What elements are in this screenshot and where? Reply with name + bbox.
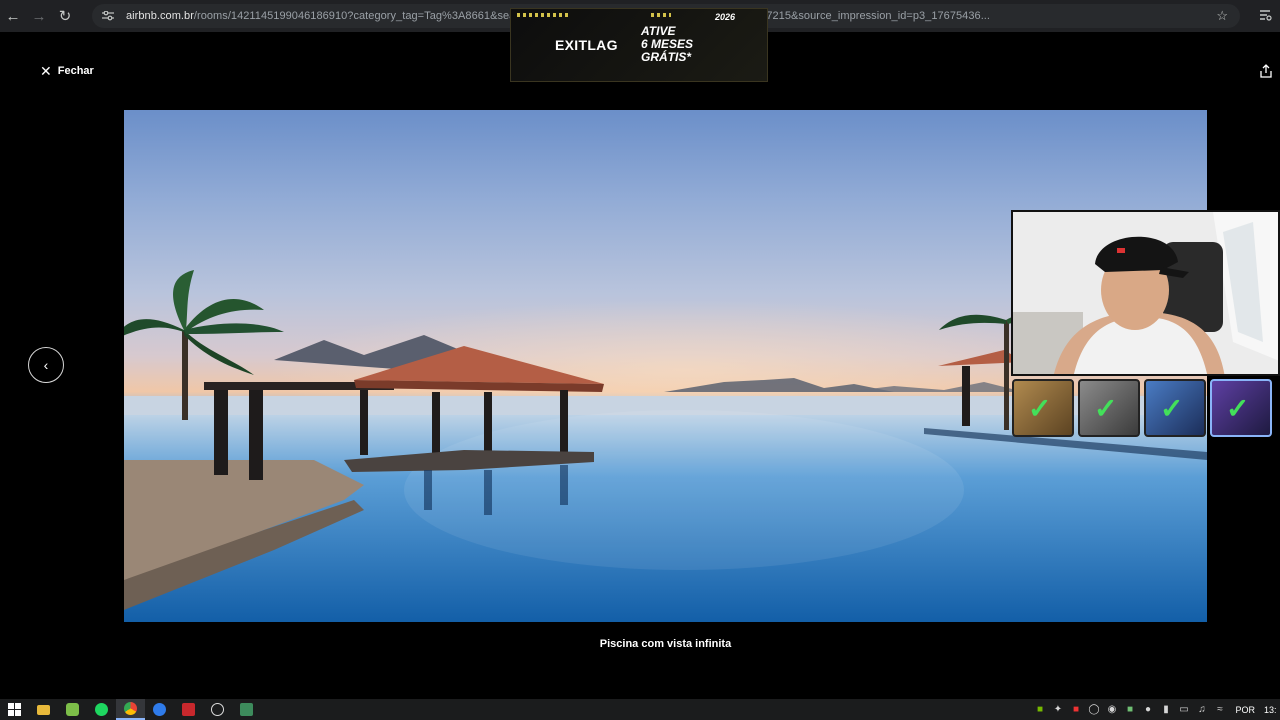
spotify-icon[interactable] [87, 699, 116, 720]
windows-start-icon[interactable] [0, 699, 29, 720]
checkmark-icon: ✓ [1226, 393, 1250, 424]
tile-1: ✓ [1012, 379, 1074, 437]
tab-search-icon[interactable] [1258, 8, 1272, 22]
system-tray: ■ ✦ ■ ◯ ◉ ■ ● ▮ ▭ ♫ ≈ POR 13: [1033, 699, 1280, 720]
back-icon[interactable]: ← [0, 0, 26, 32]
ad-stripe [517, 13, 569, 17]
url-host: airbnb.com.br [126, 10, 194, 22]
previous-photo-button[interactable]: ‹ [28, 347, 64, 383]
android-app-icon[interactable] [58, 699, 87, 720]
tile-2: ✓ [1078, 379, 1140, 437]
battery-icon[interactable]: ▮ [1159, 704, 1172, 715]
ad-stripe [651, 13, 671, 17]
app-tray-icon[interactable]: ■ [1123, 704, 1136, 715]
forward-icon[interactable]: → [26, 0, 52, 32]
display-icon[interactable]: ▭ [1177, 704, 1190, 715]
bookmark-star-icon[interactable]: ☆ [1216, 8, 1228, 24]
language-indicator[interactable]: POR [1231, 705, 1259, 715]
windows-taskbar: ■ ✦ ■ ◯ ◉ ■ ● ▮ ▭ ♫ ≈ POR 13: [0, 699, 1280, 720]
network-icon[interactable]: ≈ [1213, 704, 1226, 715]
ad-brand-logo: EXITLAG [555, 37, 618, 53]
steam-tray-icon[interactable]: ◉ [1105, 704, 1118, 715]
browser-blue-icon[interactable] [145, 699, 174, 720]
volume-icon[interactable]: ♫ [1195, 704, 1208, 715]
clock[interactable]: 13: [1264, 705, 1278, 715]
screen: ← → ↻ airbnb.com.br/rooms/14211451990461… [0, 0, 1280, 720]
news-app-icon[interactable] [174, 699, 203, 720]
checkmark-icon: ✓ [1094, 393, 1118, 424]
terminal-icon[interactable] [232, 699, 261, 720]
ad-headline: ATIVE 6 MESES GRÁTIS* [641, 24, 694, 64]
close-label: Fechar [57, 65, 94, 77]
tile-3: ✓ [1144, 379, 1206, 437]
overlay-tiles: ✓ ✓ ✓ ✓ [1010, 379, 1280, 439]
share-icon[interactable] [1258, 63, 1274, 79]
photo-caption: Piscina com vista infinita [599, 638, 732, 650]
checkmark-icon: ✓ [1028, 393, 1052, 424]
nvidia-icon[interactable]: ■ [1033, 704, 1046, 715]
ad-banner[interactable]: 2026 EXITLAG ATIVE 6 MESES GRÁTIS* [510, 8, 768, 82]
close-button[interactable]: ✕ Fechar [40, 64, 94, 78]
tile-4: ✓ [1210, 379, 1272, 437]
close-icon: ✕ [40, 63, 52, 79]
flag-icon[interactable]: ■ [1069, 704, 1082, 715]
tool-icon[interactable]: ✦ [1051, 704, 1064, 715]
ad-year: 2026 [715, 12, 736, 22]
reload-icon[interactable]: ↻ [52, 0, 78, 32]
steam-icon[interactable] [203, 699, 232, 720]
microphone-icon[interactable]: ● [1141, 704, 1154, 715]
site-settings-icon[interactable] [98, 6, 118, 26]
chevron-left-icon: ‹ [43, 357, 49, 373]
webcam-overlay [1011, 210, 1280, 376]
xbox-icon[interactable]: ◯ [1087, 704, 1100, 715]
file-explorer-icon[interactable] [29, 699, 58, 720]
checkmark-icon: ✓ [1160, 393, 1184, 424]
chrome-icon[interactable] [116, 699, 145, 720]
